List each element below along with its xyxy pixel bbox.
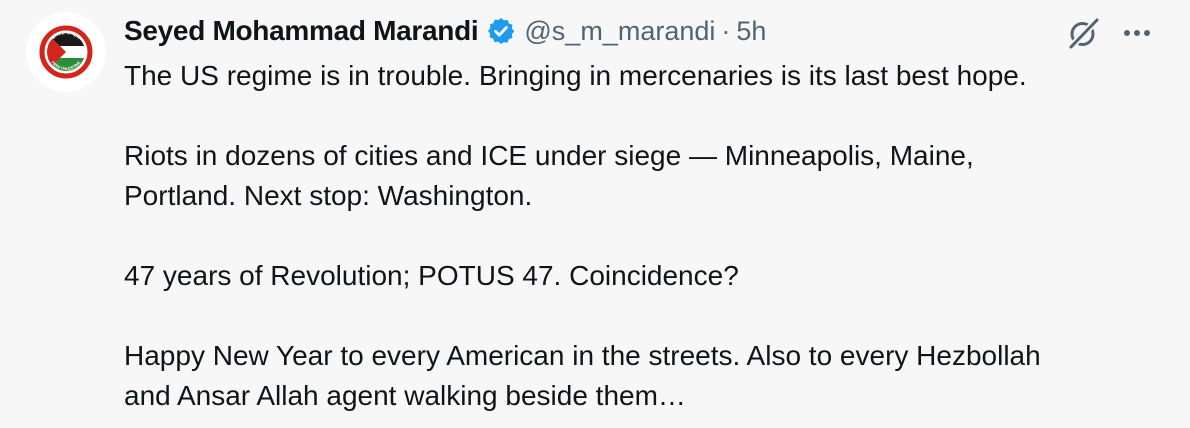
tweet-paragraph-3: 47 years of Revolution; POTUS 47. Coinci…: [124, 260, 739, 291]
display-name[interactable]: Seyed Mohammad Marandi: [124, 15, 479, 47]
tweet-paragraph-2: Riots in dozens of cities and ICE under …: [124, 140, 974, 211]
grok-icon[interactable]: [1066, 15, 1102, 51]
handle[interactable]: @s_m_marandi: [524, 16, 715, 47]
tweet: SAVE GAZA FREE PALESTINE Seyed Mohammad …: [0, 0, 1190, 428]
tweet-paragraph-4: Happy New Year to every American in the …: [124, 340, 1041, 411]
separator-dot: ·: [721, 15, 731, 46]
avatar[interactable]: SAVE GAZA FREE PALESTINE: [26, 12, 106, 92]
tweet-header: Seyed Mohammad Marandi @s_m_marandi · 5h: [124, 12, 766, 50]
verified-badge-icon[interactable]: [486, 16, 516, 46]
tweet-paragraph-1: The US regime is in trouble. Bringing in…: [124, 60, 1027, 91]
tweet-text: The US regime is in trouble. Bringing in…: [124, 56, 1164, 416]
save-gaza-avatar-image: SAVE GAZA FREE PALESTINE: [28, 14, 104, 90]
more-options-icon[interactable]: [1120, 16, 1154, 50]
timestamp[interactable]: 5h: [736, 16, 766, 47]
